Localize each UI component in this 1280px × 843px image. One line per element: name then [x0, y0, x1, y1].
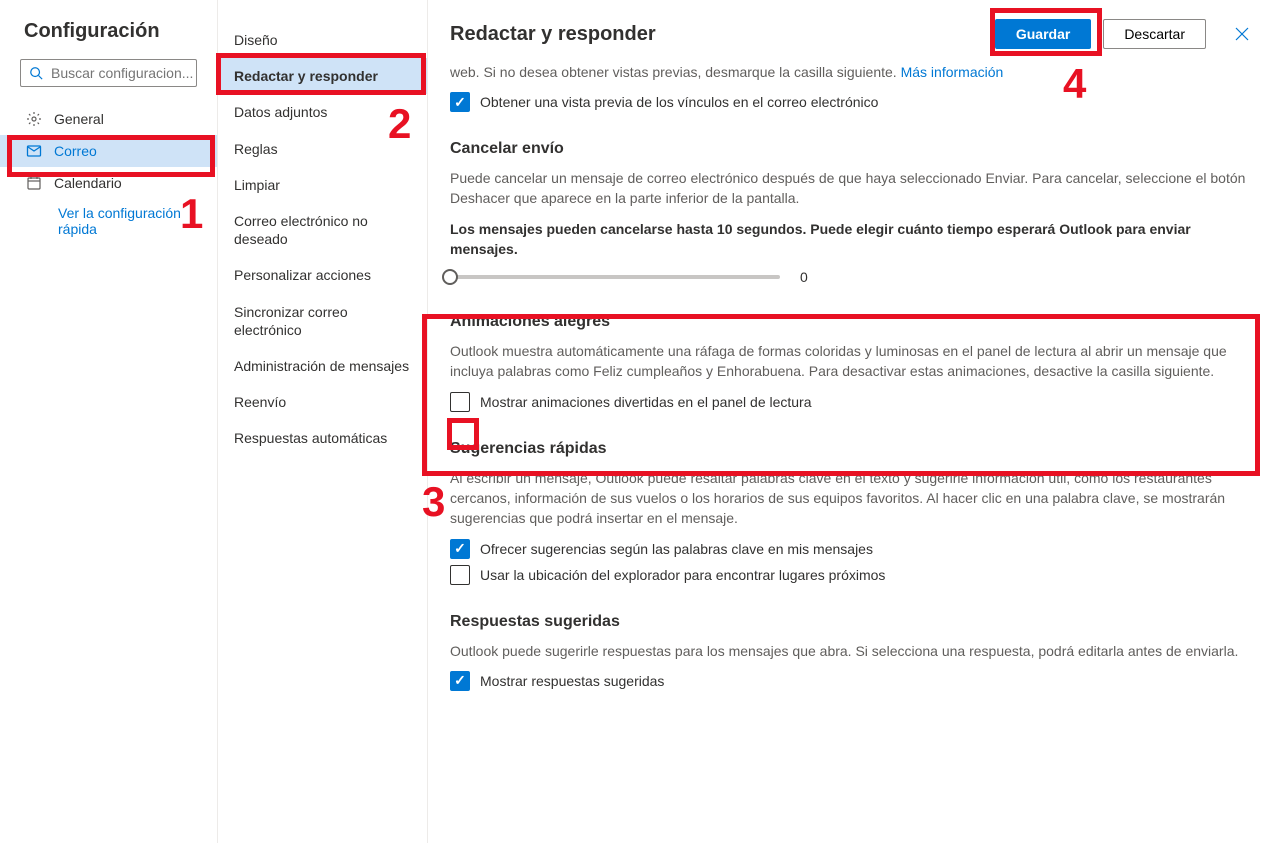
midnav-junk[interactable]: Correo electrónico no deseado — [218, 203, 427, 257]
link-preview-label: Obtener una vista previa de los vínculos… — [480, 94, 878, 110]
keyword-suggestions-checkbox[interactable] — [450, 539, 470, 559]
quick-settings-link[interactable]: Ver la configuración rápida — [0, 199, 217, 243]
quick-suggestions-desc: Al escribir un mensaje, Outlook puede re… — [450, 468, 1258, 529]
joyful-checkbox[interactable] — [450, 392, 470, 412]
keyword-suggestions-label: Ofrecer sugerencias según las palabras c… — [480, 541, 873, 557]
mail-icon — [26, 143, 42, 159]
browser-location-label: Usar la ubicación del explorador para en… — [480, 567, 885, 583]
joyful-heading: Animaciones alegres — [450, 313, 1258, 331]
joyful-desc: Outlook muestra automáticamente una ráfa… — [450, 341, 1258, 382]
undo-send-slider[interactable] — [450, 275, 780, 279]
main-header: Redactar y responder Guardar Descartar — [428, 0, 1280, 64]
cancel-send-bold: Los mensajes pueden cancelarse hasta 10 … — [450, 219, 1258, 260]
main-panel: Redactar y responder Guardar Descartar w… — [428, 0, 1280, 843]
link-preview-checkbox[interactable] — [450, 92, 470, 112]
content-area[interactable]: web. Si no desea obtener vistas previas,… — [428, 64, 1280, 843]
midnav-sweep[interactable]: Limpiar — [218, 167, 427, 203]
browser-location-checkbox[interactable] — [450, 565, 470, 585]
midnav-design[interactable]: Diseño — [218, 22, 427, 58]
more-info-link[interactable]: Más información — [901, 64, 1004, 80]
discard-button[interactable]: Descartar — [1103, 19, 1206, 49]
midnav-message-handling[interactable]: Administración de mensajes — [218, 348, 427, 384]
cancel-send-heading: Cancelar envío — [450, 140, 1258, 158]
midnav-attachments[interactable]: Datos adjuntos — [218, 94, 427, 130]
suggested-replies-checkbox[interactable] — [450, 671, 470, 691]
suggested-replies-label: Mostrar respuestas sugeridas — [480, 673, 664, 689]
save-button[interactable]: Guardar — [995, 19, 1091, 49]
sidebar-item-calendar[interactable]: Calendario — [0, 167, 217, 199]
midnav-auto-replies[interactable]: Respuestas automáticas — [218, 420, 427, 456]
search-settings[interactable] — [20, 59, 197, 87]
midnav-sync-email[interactable]: Sincronizar correo electrónico — [218, 294, 427, 348]
sidebar-label-calendar: Calendario — [54, 175, 122, 191]
search-input[interactable] — [51, 65, 232, 81]
sidebar-label-mail: Correo — [54, 143, 97, 159]
midnav-forwarding[interactable]: Reenvío — [218, 384, 427, 420]
page-title: Redactar y responder — [450, 23, 983, 46]
midnav-customize-actions[interactable]: Personalizar acciones — [218, 257, 427, 293]
sidebar-item-general[interactable]: General — [0, 103, 217, 135]
calendar-icon — [26, 175, 42, 191]
sidebar-label-general: General — [54, 111, 104, 127]
suggested-replies-desc: Outlook puede sugerirle respuestas para … — [450, 641, 1258, 661]
gear-icon — [26, 111, 42, 127]
cancel-send-desc: Puede cancelar un mensaje de correo elec… — [450, 168, 1258, 209]
slider-thumb[interactable] — [442, 269, 458, 285]
close-button[interactable] — [1226, 18, 1258, 50]
settings-sidebar: Configuración General Correo — [0, 0, 218, 843]
suggested-replies-heading: Respuestas sugeridas — [450, 613, 1258, 631]
settings-title: Configuración — [0, 20, 217, 59]
slider-value: 0 — [800, 269, 808, 285]
midnav-rules[interactable]: Reglas — [218, 131, 427, 167]
joyful-label: Mostrar animaciones divertidas en el pan… — [480, 394, 812, 410]
close-icon — [1235, 27, 1249, 41]
midnav-compose-reply[interactable]: Redactar y responder — [218, 58, 427, 94]
quick-suggestions-heading: Sugerencias rápidas — [450, 440, 1258, 458]
link-preview-intro: web. Si no desea obtener vistas previas,… — [450, 64, 1258, 80]
search-icon — [29, 66, 43, 80]
mail-settings-nav: Diseño Redactar y responder Datos adjunt… — [218, 0, 428, 843]
sidebar-item-mail[interactable]: Correo — [0, 135, 217, 167]
